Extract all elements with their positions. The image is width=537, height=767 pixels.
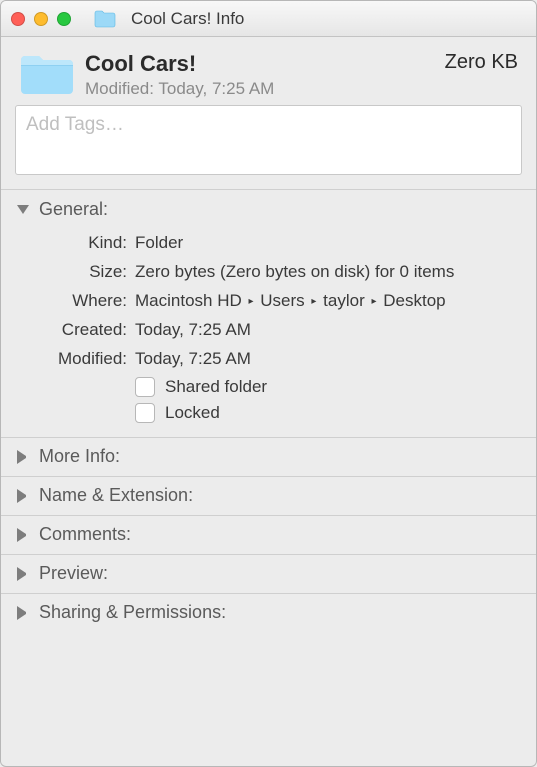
section-sharing-header[interactable]: Sharing & Permissions:: [1, 594, 536, 632]
zoom-button[interactable]: [57, 12, 71, 26]
modified-label: Modified:: [19, 348, 127, 371]
disclosure-right-icon: [17, 450, 31, 464]
section-preview-label: Preview:: [39, 563, 108, 584]
created-label: Created:: [19, 319, 127, 342]
section-comments: Comments:: [1, 516, 536, 555]
section-comments-label: Comments:: [39, 524, 131, 545]
modified-value: Today, 7:25 AM: [135, 348, 518, 371]
locked-checkbox[interactable]: [135, 403, 155, 423]
item-size: Zero KB: [445, 51, 518, 74]
minimize-button[interactable]: [34, 12, 48, 26]
section-comments-header[interactable]: Comments:: [1, 516, 536, 554]
disclosure-right-icon: [17, 567, 31, 581]
locked-label: Locked: [165, 403, 220, 423]
section-preview-header[interactable]: Preview:: [1, 555, 536, 593]
shared-folder-label: Shared folder: [165, 377, 267, 397]
disclosure-right-icon: [17, 528, 31, 542]
section-general: General: Kind: Folder Size: Zero bytes (…: [1, 190, 536, 438]
kind-value: Folder: [135, 232, 518, 255]
where-value: Macintosh HD ▸ Users ▸ taylor ▸ Desktop: [135, 290, 518, 313]
section-name-ext: Name & Extension:: [1, 477, 536, 516]
section-general-header[interactable]: General:: [1, 190, 536, 228]
section-more-info-header[interactable]: More Info:: [1, 438, 536, 476]
info-window: Cool Cars! Info Cool Cars! Modified: Tod…: [0, 0, 537, 767]
folder-icon: [19, 51, 75, 97]
section-more-info-label: More Info:: [39, 446, 120, 467]
section-preview: Preview:: [1, 555, 536, 594]
disclosure-down-icon: [17, 202, 31, 216]
section-more-info: More Info:: [1, 438, 536, 477]
kind-label: Kind:: [19, 232, 127, 255]
size-value: Zero bytes (Zero bytes on disk) for 0 it…: [135, 261, 518, 284]
created-value: Today, 7:25 AM: [135, 319, 518, 342]
header: Cool Cars! Modified: Today, 7:25 AM Zero…: [1, 37, 536, 105]
size-label: Size:: [19, 261, 127, 284]
tags-input[interactable]: Add Tags…: [15, 105, 522, 175]
shared-folder-checkbox[interactable]: [135, 377, 155, 397]
section-general-label: General:: [39, 199, 108, 220]
section-sharing-label: Sharing & Permissions:: [39, 602, 226, 623]
item-name: Cool Cars!: [85, 51, 439, 77]
disclosure-right-icon: [17, 606, 31, 620]
section-sharing: Sharing & Permissions:: [1, 594, 536, 632]
close-button[interactable]: [11, 12, 25, 26]
titlebar-folder-icon: [94, 10, 116, 28]
section-name-ext-header[interactable]: Name & Extension:: [1, 477, 536, 515]
window-title: Cool Cars! Info: [131, 9, 244, 29]
disclosure-right-icon: [17, 489, 31, 503]
where-label: Where:: [19, 290, 127, 313]
section-name-ext-label: Name & Extension:: [39, 485, 193, 506]
titlebar: Cool Cars! Info: [1, 1, 536, 37]
item-modified: Modified: Today, 7:25 AM: [85, 79, 439, 99]
